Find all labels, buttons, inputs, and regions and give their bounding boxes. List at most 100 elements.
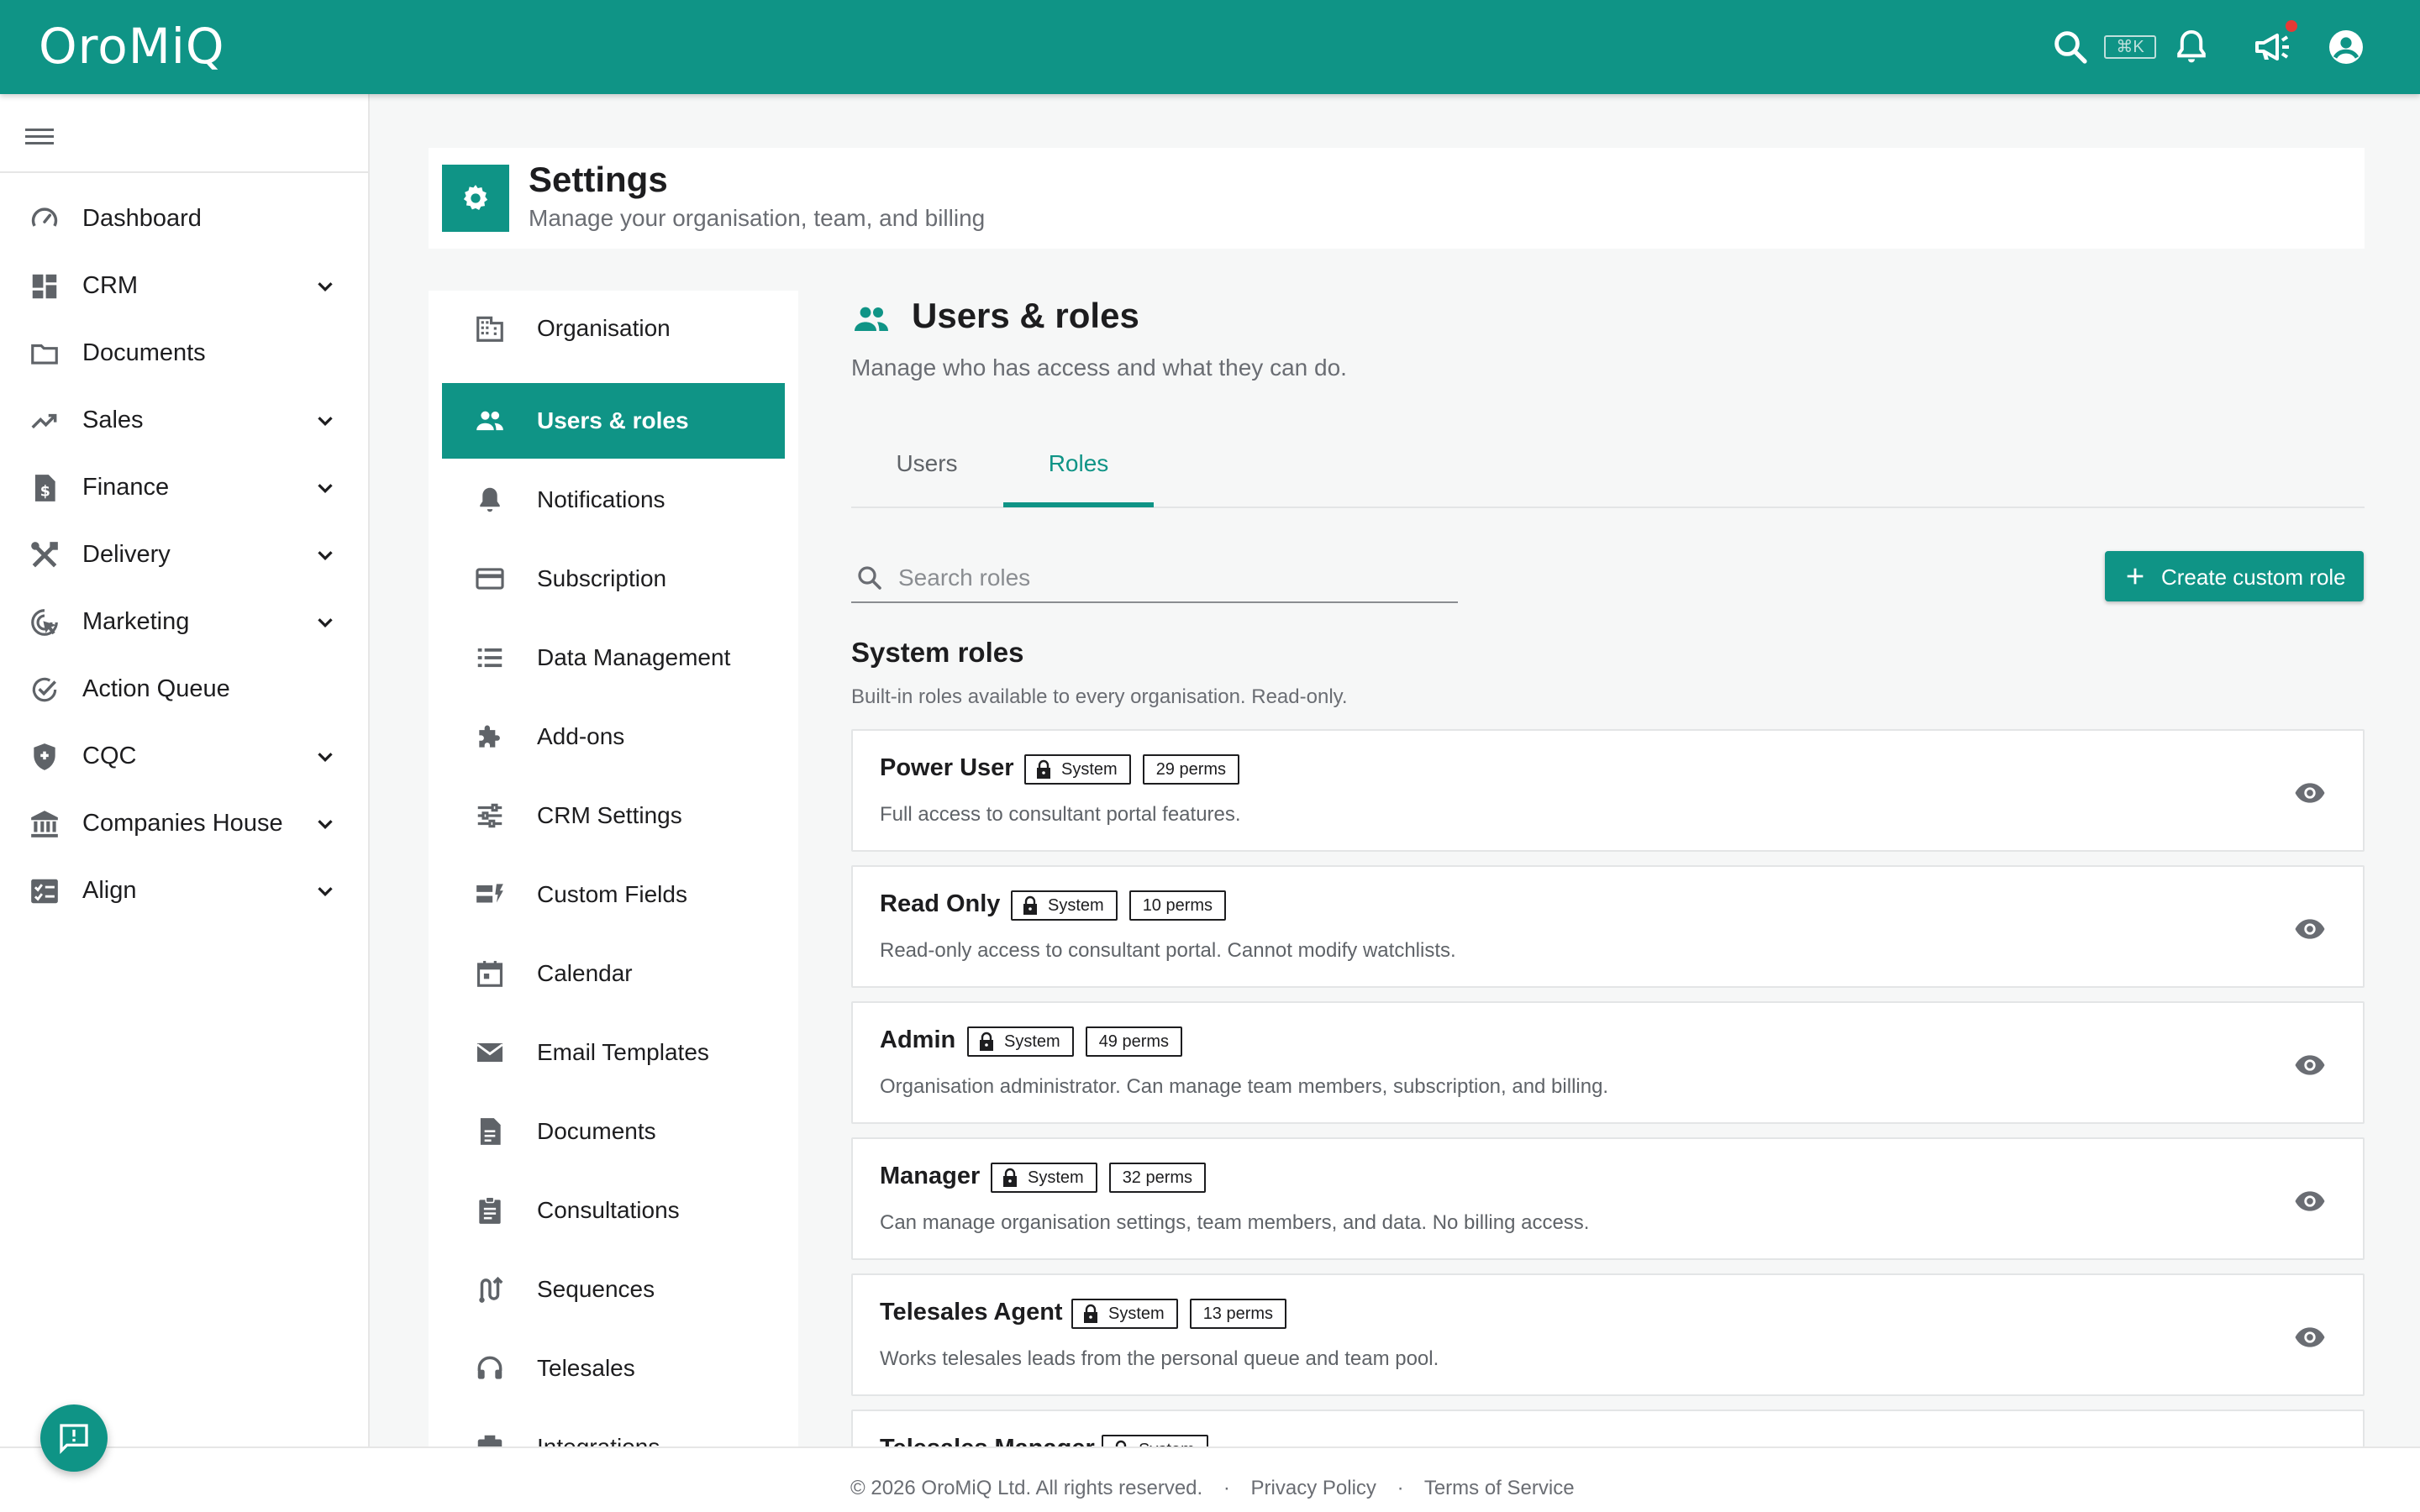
chevron-down-icon <box>318 282 333 292</box>
nav-item-documents[interactable]: Documents <box>0 321 370 388</box>
nav-label: Dashboard <box>82 205 202 232</box>
envelope-icon <box>476 1042 503 1063</box>
building-icon <box>476 316 503 342</box>
view-eye-icon[interactable] <box>2293 1320 2327 1354</box>
settings-item-crm-settings[interactable]: CRM Settings <box>442 778 785 853</box>
check-circle-icon <box>32 677 57 702</box>
role-card[interactable]: Admin System 49 perms Organisation admin… <box>851 1001 2365 1124</box>
nav-label: CRM <box>82 272 139 299</box>
copyright-text: © 2026 OroMiQ Ltd. All rights reserved. <box>850 1477 1203 1499</box>
settings-item-users-roles[interactable]: Users & roles <box>442 383 785 459</box>
badge-text: System <box>1061 759 1118 779</box>
nav-item-marketing[interactable]: Marketing <box>0 590 370 657</box>
list-icon <box>477 648 502 668</box>
role-card[interactable]: Manager System 32 perms Can manage organ… <box>851 1137 2365 1260</box>
view-eye-icon[interactable] <box>2293 1184 2327 1218</box>
settings-item-email-templates[interactable]: Email Templates <box>442 1015 785 1090</box>
search-roles-field[interactable] <box>851 554 1458 603</box>
view-eye-icon[interactable] <box>2293 1048 2327 1082</box>
search-roles-input[interactable] <box>898 563 1436 593</box>
settings-item-documents[interactable]: Documents <box>442 1094 785 1169</box>
nav-item-delivery[interactable]: Delivery <box>0 522 370 590</box>
system-badge: System <box>991 1163 1097 1193</box>
document-icon <box>480 1118 501 1145</box>
nav-item-align[interactable]: Align <box>0 858 370 926</box>
shield-icon <box>34 743 55 770</box>
role-name: Admin <box>880 1026 956 1053</box>
settings-item-data-management[interactable]: Data Management <box>442 620 785 696</box>
perms-badge: 13 perms <box>1189 1299 1287 1329</box>
nav-item-crm[interactable]: CRM <box>0 254 370 321</box>
section-title: Users & roles <box>912 296 1139 335</box>
settings-item-label: CRM Settings <box>537 802 682 828</box>
settings-item-calendar[interactable]: Calendar <box>442 936 785 1011</box>
role-card[interactable]: Telesales Agent System 13 perms Works te… <box>851 1273 2365 1396</box>
bell-icon[interactable] <box>2171 27 2212 67</box>
settings-item-label: Subscription <box>537 565 667 591</box>
settings-item-sequences[interactable]: Sequences <box>442 1252 785 1327</box>
settings-item-subscription[interactable]: Subscription <box>442 541 785 617</box>
notification-dot <box>2286 20 2297 32</box>
nav-item-companies-house[interactable]: Companies House <box>0 791 370 858</box>
settings-item-label: Custom Fields <box>537 881 687 907</box>
headset-icon <box>477 1356 502 1379</box>
account-icon[interactable] <box>2326 27 2366 67</box>
invoice-icon: $ <box>34 475 55 501</box>
settings-item-custom-fields[interactable]: Custom Fields <box>442 857 785 932</box>
puzzle-icon <box>479 725 500 748</box>
tab-roles[interactable]: Roles <box>1003 450 1154 507</box>
settings-item-consultations[interactable]: Consultations <box>442 1173 785 1248</box>
settings-item-label: Add-ons <box>537 723 625 749</box>
settings-item-integrations[interactable]: Integrations <box>442 1410 785 1446</box>
settings-item-label: Data Management <box>537 644 731 670</box>
megaphone-icon[interactable] <box>2252 27 2292 67</box>
privacy-policy-link[interactable]: Privacy Policy <box>1251 1477 1376 1499</box>
nav-item-action-queue[interactable]: Action Queue <box>0 657 370 724</box>
feedback-chat-button[interactable] <box>40 1404 108 1472</box>
nav-item-dashboard[interactable]: Dashboard <box>0 186 370 254</box>
chevron-down-icon <box>318 417 333 427</box>
role-card[interactable]: Power User System 29 perms Full access t… <box>851 729 2365 852</box>
button-label: Create custom role <box>2161 564 2346 590</box>
settings-item-add-ons[interactable]: Add-ons <box>442 699 785 774</box>
view-eye-icon[interactable] <box>2293 776 2327 810</box>
settings-item-organisation[interactable]: Organisation <box>442 291 785 366</box>
dynamic-form-icon <box>476 884 503 903</box>
lock-icon <box>1084 1304 1097 1323</box>
tab-label: Roles <box>1048 450 1109 476</box>
active-tab-indicator <box>1003 502 1154 507</box>
chevron-down-icon <box>318 618 333 628</box>
menu-icon[interactable] <box>25 124 54 150</box>
create-custom-role-button[interactable]: Create custom role <box>2105 551 2364 601</box>
system-badge: System <box>1024 754 1131 785</box>
nav-item-sales[interactable]: Sales <box>0 388 370 455</box>
tab-users[interactable]: Users <box>851 450 1002 507</box>
checklist-icon <box>31 879 58 904</box>
settings-item-label: Consultations <box>537 1197 680 1223</box>
settings-menu: Organisation Users & roles Notifications… <box>429 291 798 1446</box>
page-subtitle: Manage your organisation, team, and bill… <box>529 205 986 231</box>
role-description: Full access to consultant portal feature… <box>880 803 1241 826</box>
settings-item-telesales[interactable]: Telesales <box>442 1331 785 1406</box>
app-logo[interactable]: OroMiQ <box>39 18 225 74</box>
perms-badge: 32 perms <box>1108 1163 1207 1193</box>
role-card[interactable]: Read Only System 10 perms Read-only acce… <box>851 865 2365 988</box>
chevron-down-icon <box>318 820 333 830</box>
chevron-down-icon <box>318 551 333 561</box>
nav-item-cqc[interactable]: CQC <box>0 724 370 791</box>
terms-of-service-link[interactable]: Terms of Service <box>1424 1477 1575 1499</box>
trending-up-icon <box>31 413 57 429</box>
search-icon[interactable] <box>2050 27 2091 67</box>
badge-text: System <box>1028 1168 1084 1187</box>
settings-item-label: Organisation <box>537 315 671 341</box>
perms-badge: 10 perms <box>1128 890 1227 921</box>
plus-icon <box>2127 568 2144 585</box>
chevron-down-icon <box>318 484 333 494</box>
role-name: Telesales Agent <box>880 1299 1063 1326</box>
nav-item-finance[interactable]: $ Finance <box>0 455 370 522</box>
settings-item-notifications[interactable]: Notifications <box>442 462 785 538</box>
chat-bubble-icon <box>60 1424 88 1455</box>
clipboard-icon <box>479 1196 501 1224</box>
view-eye-icon[interactable] <box>2293 912 2327 946</box>
badge-text: System <box>1004 1032 1060 1051</box>
